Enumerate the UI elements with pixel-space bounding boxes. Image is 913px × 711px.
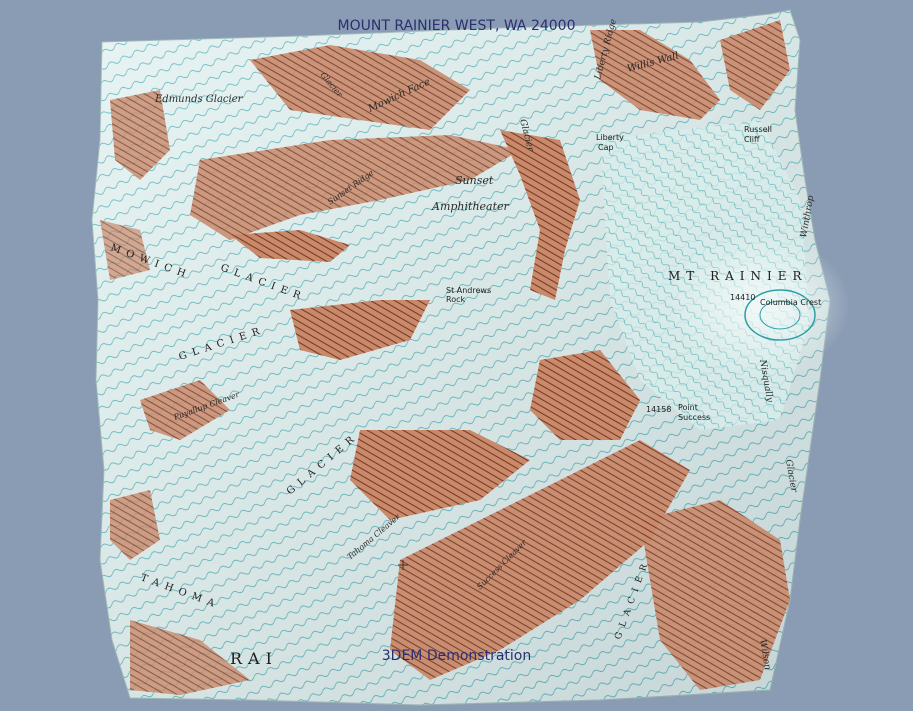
label-columbia-crest: Columbia Crest [760,298,821,307]
window-title: MOUNT RAINIER WEST, WA 24000 [337,18,576,34]
label-edmunds-glacier: Edmunds Glacier [154,94,244,105]
label-rock: Rock [446,295,465,304]
label-liberty: Liberty [596,133,624,142]
label-st-andrews: St Andrews [446,286,491,295]
label-point: Point [678,403,698,412]
label-cap: Cap [598,143,614,152]
label-columbia-crest-elev: 14410 [730,293,755,302]
label-mt-rainier: MT RAINIER [668,269,808,283]
label-point-success-elev: 14158 [646,405,671,414]
map-viewport[interactable]: Edmunds Glacier Mowich Face Sunset Ridge… [0,0,913,711]
terrain-render[interactable]: Edmunds Glacier Mowich Face Sunset Ridge… [0,0,913,711]
label-amphitheater: Amphitheater [431,200,510,213]
label-sunset: Sunset [455,174,494,187]
label-success: Success [678,413,710,422]
footer-caption: 3DEM Demonstration [381,648,532,664]
label-cliff: Cliff [744,135,760,144]
label-russell: Russell [744,125,772,134]
